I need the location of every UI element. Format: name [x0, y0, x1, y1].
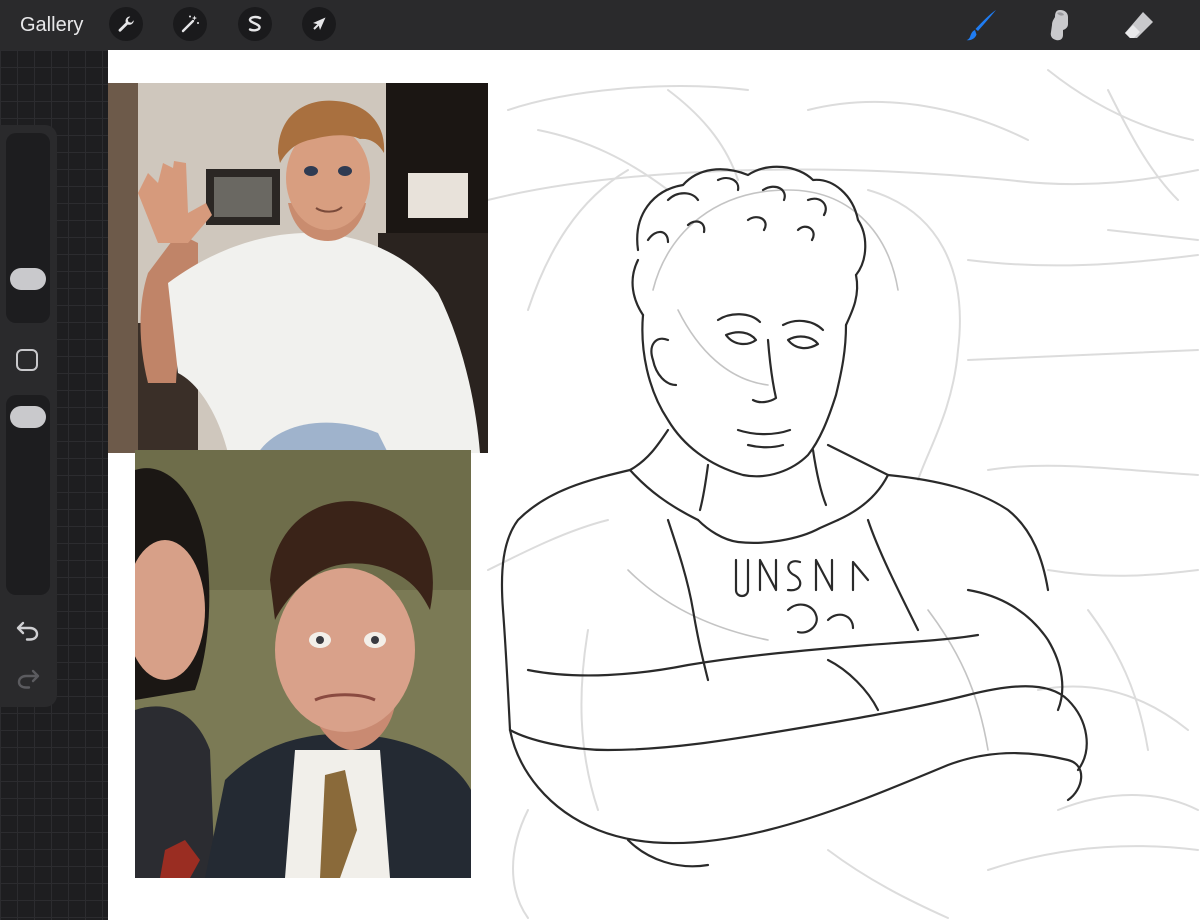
- brush-size-thumb[interactable]: [10, 268, 46, 290]
- reference-photo-suit-and-tie[interactable]: [135, 450, 471, 878]
- drawing-canvas[interactable]: [108, 50, 1200, 920]
- magic-wand-icon: [181, 15, 199, 33]
- reference-photo-2-image: [135, 450, 471, 878]
- gallery-button[interactable]: Gallery: [20, 12, 83, 38]
- undo-button[interactable]: [14, 619, 42, 643]
- square-modify-icon[interactable]: [16, 349, 38, 371]
- smudge-finger-icon: [1050, 10, 1068, 41]
- reference-photo-1-image: [108, 83, 488, 453]
- redo-icon: [17, 669, 40, 689]
- actions-button[interactable]: [109, 7, 143, 41]
- opacity-thumb[interactable]: [10, 406, 46, 428]
- brush-icon: [966, 10, 996, 41]
- selection-s-icon: [248, 15, 262, 32]
- brush-size-slider[interactable]: [6, 133, 50, 323]
- redo-button[interactable]: [14, 667, 42, 691]
- arrow-cursor-icon: [313, 17, 326, 30]
- eraser-icon: [1125, 12, 1153, 38]
- brush-button[interactable]: [962, 6, 1002, 44]
- undo-icon: [16, 621, 39, 641]
- transform-button[interactable]: [302, 7, 336, 41]
- smudge-button[interactable]: [1040, 6, 1080, 44]
- selection-button[interactable]: [238, 7, 272, 41]
- adjustments-button[interactable]: [173, 7, 207, 41]
- reference-photo-white-tshirt-waving[interactable]: [108, 83, 488, 453]
- side-toolbar: [0, 125, 57, 707]
- eraser-button[interactable]: [1119, 6, 1159, 44]
- wrench-icon: [118, 16, 134, 32]
- top-toolbar: Gallery: [0, 0, 1200, 50]
